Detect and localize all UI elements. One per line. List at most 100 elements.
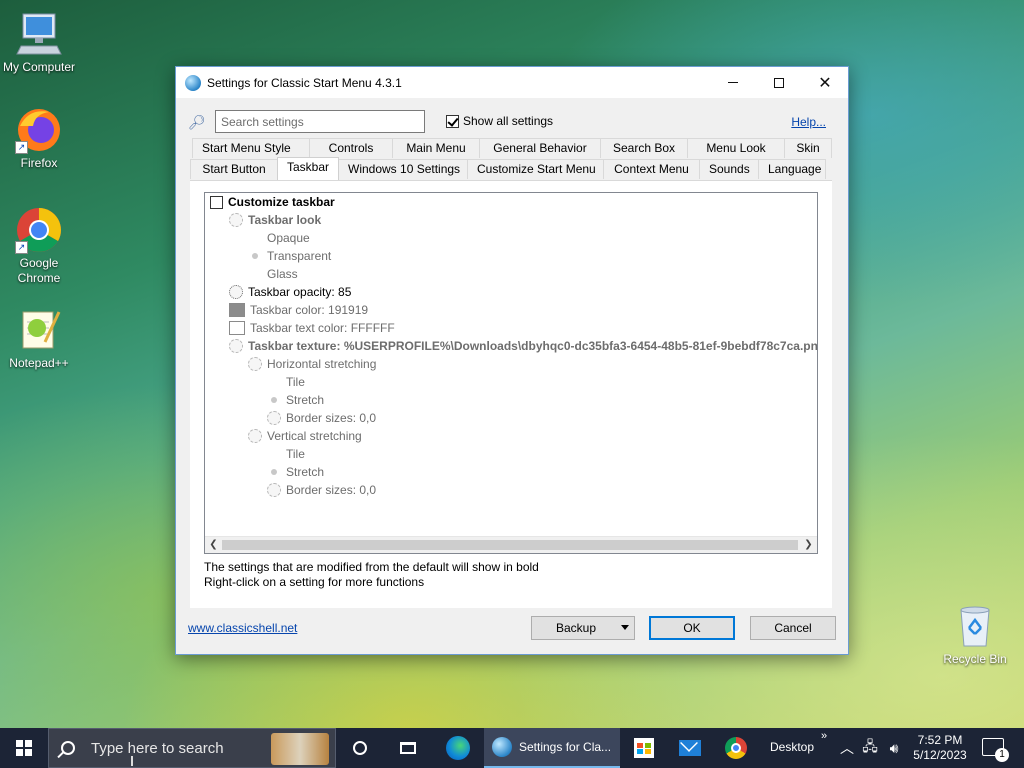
tree-item-opaque[interactable]: Opaque: [248, 229, 310, 247]
help-link[interactable]: Help...: [791, 115, 826, 129]
desktop-icon-notepad-plus-plus[interactable]: Notepad++: [0, 306, 78, 371]
desktop-icon-recycle-bin[interactable]: Recycle Bin: [936, 602, 1014, 667]
scrollbar-thumb[interactable]: [222, 540, 798, 550]
tree-item-label: Customize taskbar: [228, 195, 335, 209]
setting-gear-icon: [229, 285, 243, 299]
tab-menu-look[interactable]: Menu Look: [687, 138, 785, 158]
recycle-bin-icon: [951, 602, 999, 650]
tab-main-menu[interactable]: Main Menu: [392, 138, 480, 158]
backup-button[interactable]: Backup: [531, 616, 635, 640]
desktop-icon-label: Notepad++: [9, 356, 69, 370]
tree-item-vertical-tile[interactable]: Tile: [267, 445, 305, 463]
network-status[interactable]: 🖧︎: [860, 728, 880, 768]
desktop-toolbar-chevron-icon[interactable]: »: [821, 730, 827, 742]
taskbar-chrome[interactable]: [718, 728, 754, 768]
tree-item-taskbar-text-color[interactable]: Taskbar text color: FFFFFF: [229, 319, 395, 337]
minimize-button[interactable]: [710, 67, 756, 98]
right-click-note: Right-click on a setting for more functi…: [204, 575, 425, 589]
minimize-icon: [728, 82, 738, 83]
tree-item-label: Opaque: [267, 231, 310, 245]
settings-window[interactable]: Settings for Classic Start Menu 4.3.1 ✕ …: [175, 66, 849, 655]
tab-start-menu-style[interactable]: Start Menu Style: [192, 138, 310, 158]
search-icon: [61, 741, 75, 755]
tree-item-taskbar-look[interactable]: Taskbar look: [229, 211, 321, 229]
shortcut-arrow-icon: ↗: [15, 241, 28, 254]
taskbar-mail[interactable]: [672, 728, 708, 768]
task-view-icon: [400, 742, 416, 754]
tab-search-box[interactable]: Search Box: [600, 138, 688, 158]
maximize-button[interactable]: [756, 67, 802, 98]
tree-item-horizontal-border-sizes[interactable]: Border sizes: 0,0: [267, 409, 376, 427]
tab-controls[interactable]: Controls: [309, 138, 393, 158]
tree-item-horizontal-tile[interactable]: Tile: [267, 373, 305, 391]
tree-item-taskbar-opacity[interactable]: Taskbar opacity: 85: [229, 283, 351, 301]
desktop-icon-my-computer[interactable]: My Computer: [0, 10, 78, 75]
tree-item-horizontal-stretch[interactable]: Stretch: [267, 391, 324, 409]
task-view-button[interactable]: [390, 728, 426, 768]
volume-icon: 🔊︎: [889, 739, 899, 756]
show-all-settings-label: Show all settings: [463, 114, 554, 128]
tree-item-taskbar-texture[interactable]: Taskbar texture: %USERPROFILE%\Downloads…: [229, 337, 817, 355]
desktop-icon-google-chrome[interactable]: ↗ Google Chrome: [0, 206, 78, 286]
tree-item-label: Tile: [286, 375, 305, 389]
network-icon: 🖧︎: [862, 738, 878, 754]
radio-selected-icon: [271, 397, 277, 403]
tree-item-glass[interactable]: Glass: [248, 265, 298, 283]
close-button[interactable]: ✕: [802, 67, 848, 98]
tab-context-menu[interactable]: Context Menu: [603, 159, 700, 179]
search-icon: 🔎︎: [188, 114, 206, 130]
start-button[interactable]: [0, 728, 48, 768]
ok-button-label: OK: [683, 621, 701, 635]
search-settings-input[interactable]: [215, 110, 425, 133]
tab-windows-10-settings[interactable]: Windows 10 Settings: [338, 159, 468, 179]
tab-customize-start-menu[interactable]: Customize Start Menu: [467, 159, 604, 179]
volume-control[interactable]: 🔊︎: [884, 728, 904, 768]
tab-language[interactable]: Language: [758, 159, 826, 179]
settings-tree[interactable]: Customize taskbar Taskbar look Opaque Tr…: [204, 192, 818, 554]
tab-skin[interactable]: Skin: [784, 138, 832, 158]
desktop-toolbar[interactable]: Desktop: [770, 740, 814, 754]
tab-taskbar[interactable]: Taskbar: [277, 157, 339, 180]
horizontal-scrollbar[interactable]: ❮ ❯: [205, 536, 817, 553]
show-hidden-icons-button[interactable]: ︿: [838, 728, 856, 768]
tree-item-horizontal-stretching[interactable]: Horizontal stretching: [248, 355, 376, 373]
mail-icon: [679, 740, 701, 756]
action-center-button[interactable]: 1: [982, 738, 1009, 762]
tab-sounds[interactable]: Sounds: [699, 159, 759, 179]
taskbar-search-box[interactable]: Type here to search: [48, 728, 336, 768]
tree-item-label: Tile: [286, 447, 305, 461]
show-all-settings-checkbox[interactable]: Show all settings: [446, 114, 553, 128]
classicshell-website-link[interactable]: www.classicshell.net: [188, 621, 297, 635]
computer-icon: [15, 10, 63, 58]
taskbar-store[interactable]: [626, 728, 662, 768]
system-clock[interactable]: 7:52 PM 5/12/2023: [906, 733, 974, 763]
tree-item-label: Border sizes: 0,0: [286, 411, 377, 425]
checkbox-checked-icon[interactable]: [446, 114, 459, 128]
tree-item-customize-taskbar[interactable]: Customize taskbar: [210, 193, 335, 211]
tree-item-vertical-stretching[interactable]: Vertical stretching: [248, 427, 362, 445]
tree-item-label: Border sizes: 0,0: [286, 483, 377, 497]
tree-item-transparent[interactable]: Transparent: [248, 247, 331, 265]
checkbox-unchecked-icon[interactable]: [210, 195, 223, 209]
taskbar-settings-window[interactable]: Settings for Cla...: [484, 728, 620, 768]
tree-item-taskbar-color[interactable]: Taskbar color: 191919: [229, 301, 368, 319]
cortana-button[interactable]: [342, 728, 378, 768]
cancel-button[interactable]: Cancel: [750, 616, 836, 640]
scroll-right-icon[interactable]: ❯: [800, 537, 817, 553]
cortana-icon: [353, 741, 367, 755]
search-row: 🔎︎ Show all settings Help...: [188, 110, 832, 134]
tree-item-vertical-stretch[interactable]: Stretch: [267, 463, 324, 481]
tree-item-vertical-border-sizes[interactable]: Border sizes: 0,0: [267, 481, 376, 499]
setting-gear-icon: [267, 411, 281, 425]
maximize-icon: [774, 77, 784, 88]
chrome-icon: [725, 737, 747, 759]
tab-general-behavior[interactable]: General Behavior: [479, 138, 601, 158]
ok-button[interactable]: OK: [649, 616, 735, 640]
tab-start-button[interactable]: Start Button: [190, 159, 278, 179]
title-bar[interactable]: Settings for Classic Start Menu 4.3.1 ✕: [176, 67, 848, 98]
window-title: Settings for Classic Start Menu 4.3.1: [207, 75, 402, 90]
desktop-icon-firefox[interactable]: ↗ Firefox: [0, 106, 78, 171]
scroll-left-icon[interactable]: ❮: [205, 537, 222, 553]
taskbar-edge[interactable]: [438, 728, 478, 768]
taskbar-search-placeholder: Type here to search: [91, 739, 224, 757]
